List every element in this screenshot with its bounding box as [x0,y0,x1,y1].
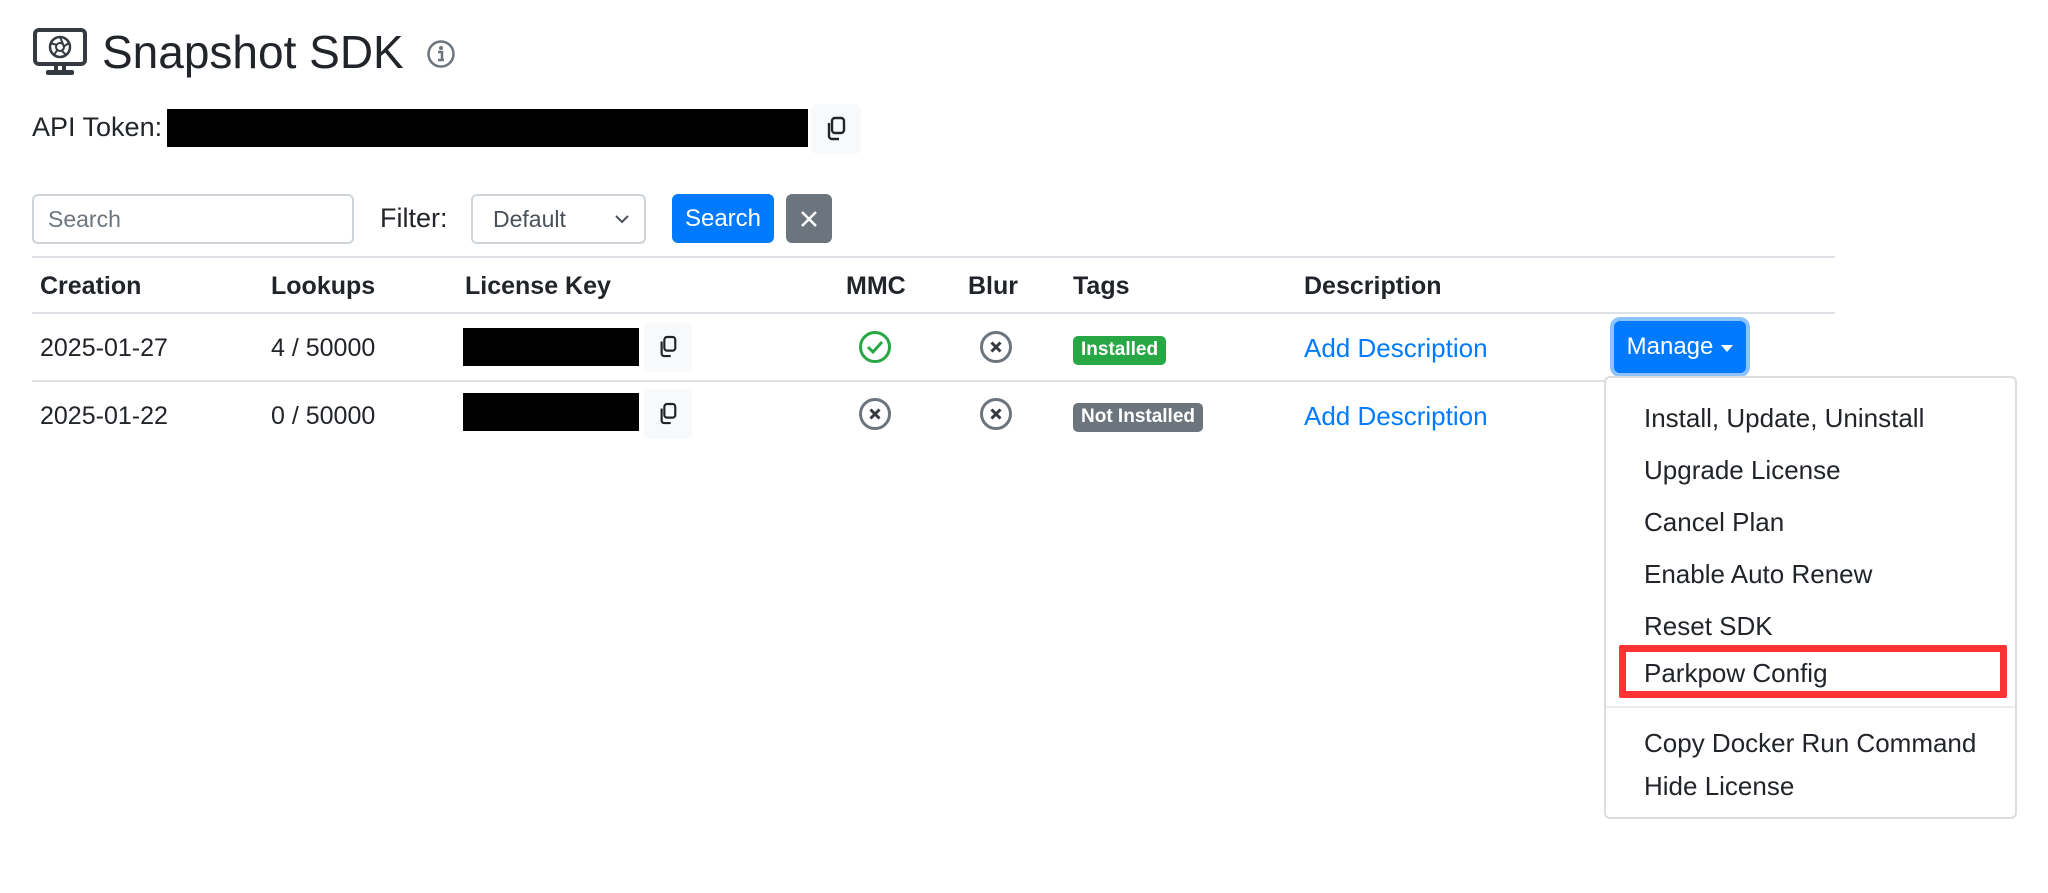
manage-dropdown-menu: Install, Update, Uninstall Upgrade Licen… [1604,376,2017,819]
status-badge-installed: Installed [1073,336,1167,365]
menu-item-cancel-plan[interactable]: Cancel Plan [1644,507,1784,538]
table-top-border [32,256,1835,258]
page-header: Snapshot SDK [32,22,456,82]
cell-lookups: 4 / 50000 [271,334,376,362]
clear-search-button[interactable] [786,194,832,243]
copy-api-token-button[interactable] [811,104,861,154]
status-badge-not-installed: Not Installed [1073,403,1204,432]
manage-button-label: Manage [1626,333,1714,360]
copy-icon [660,402,677,425]
filter-select[interactable]: Default [471,194,646,244]
copy-license-key-button[interactable] [644,322,692,372]
column-header-blur: Blur [968,272,1018,300]
filter-selected-value: Default [493,205,566,232]
api-token-label: API Token: [32,112,163,142]
column-header-description: Description [1304,272,1442,300]
page-title: Snapshot SDK [102,26,404,78]
chevron-down-icon [615,215,629,224]
copy-icon [660,335,677,358]
license-key-redacted [463,393,639,431]
menu-divider [1606,706,2015,708]
blur-disabled-x-icon [980,331,1012,363]
column-header-lookups: Lookups [271,272,376,300]
column-header-tags: Tags [1073,272,1130,300]
copy-icon [827,116,846,141]
api-token-value-redacted [167,109,808,147]
menu-item-upgrade-license[interactable]: Upgrade License [1644,455,1841,486]
mmc-enabled-check-icon [859,331,891,363]
column-header-creation: Creation [40,272,142,300]
column-header-license-key: License Key [465,272,611,300]
monitor-camera-icon [33,28,87,75]
license-key-redacted [463,328,639,366]
row-divider [32,380,1605,382]
table-header-border [32,312,1835,314]
cell-creation: 2025-01-27 [40,334,168,362]
menu-item-parkpow-config[interactable]: Parkpow Config [1644,658,1828,689]
menu-item-install-update-uninstall[interactable]: Install, Update, Uninstall [1644,403,1924,434]
blur-disabled-x-icon [980,398,1012,430]
column-header-mmc: MMC [846,272,906,300]
search-input[interactable] [32,194,354,244]
menu-item-hide-license[interactable]: Hide License [1644,771,1794,802]
cell-creation: 2025-01-22 [40,402,168,430]
menu-item-copy-docker-run-command[interactable]: Copy Docker Run Command [1644,728,1976,759]
close-icon [801,210,817,227]
manage-dropdown-button[interactable]: Manage [1614,321,1746,373]
info-icon[interactable] [426,39,456,69]
menu-item-enable-auto-renew[interactable]: Enable Auto Renew [1644,559,1872,590]
caret-down-icon [1721,344,1734,352]
mmc-disabled-x-icon [859,398,891,430]
add-description-link[interactable]: Add Description [1304,401,1488,432]
menu-item-reset-sdk[interactable]: Reset SDK [1644,611,1773,642]
search-button[interactable]: Search [672,194,774,243]
copy-license-key-button[interactable] [644,389,692,439]
cell-lookups: 0 / 50000 [271,402,376,430]
add-description-link[interactable]: Add Description [1304,333,1488,364]
filter-label: Filter: [380,203,448,233]
